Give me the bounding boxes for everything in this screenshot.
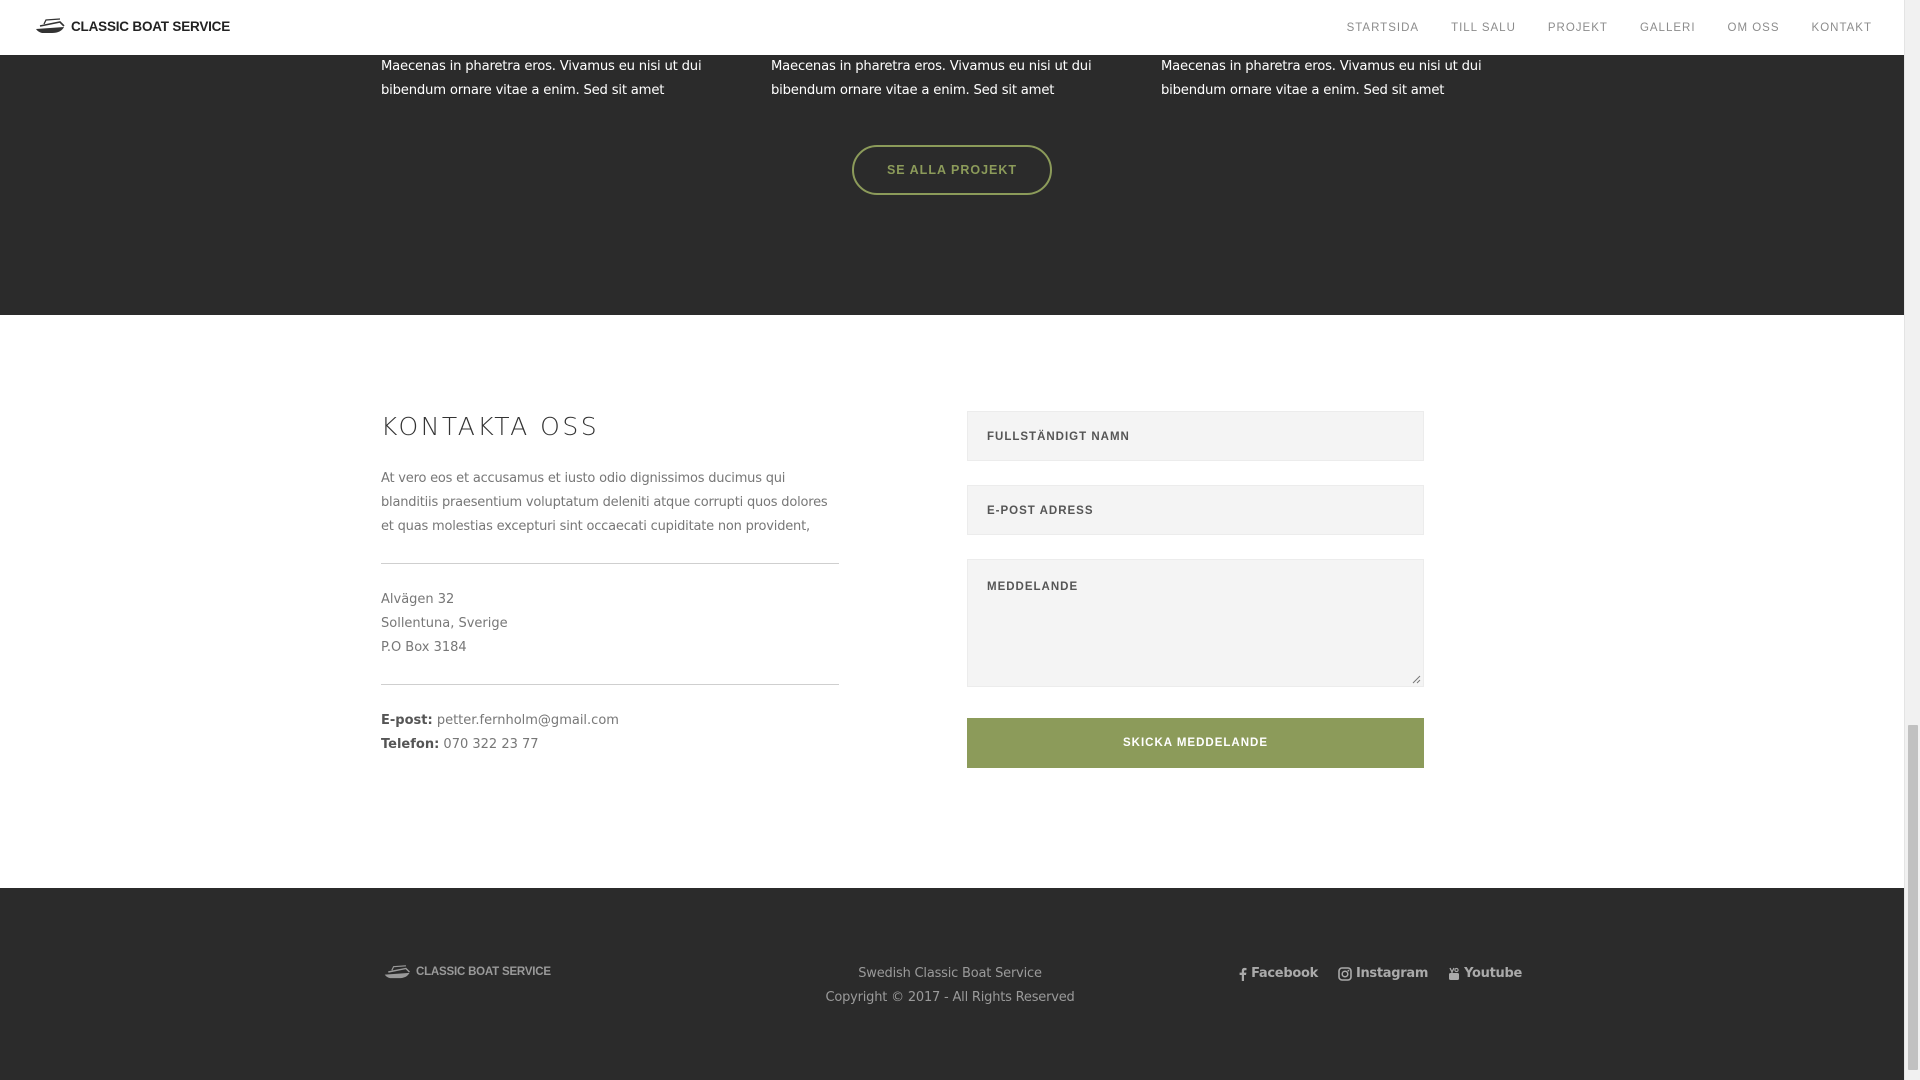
resize-handle-icon[interactable] (1412, 675, 1421, 684)
nav-galleri[interactable]: GALLERI (1640, 22, 1696, 34)
site-header: CLASSIC BOAT SERVICE STARTSIDA TILL SALU… (0, 0, 1904, 55)
footer-company-name: Swedish Classic Boat Service (858, 966, 1042, 981)
nav-kontakt[interactable]: KONTAKT (1812, 22, 1872, 34)
facebook-label: Facebook (1251, 966, 1318, 981)
divider (381, 563, 839, 564)
project-description: Maecenas in pharetra eros. Vivamus eu ni… (771, 59, 1092, 98)
footer-copyright: Swedish Classic Boat Service Copyright ©… (780, 962, 1120, 1010)
contact-title: KONTAKTA OSS (381, 412, 600, 441)
email-field[interactable]: E-POST ADRESS (967, 485, 1424, 535)
divider (381, 684, 839, 685)
phone-line: Telefon: 070 322 23 77 (381, 733, 619, 757)
name-field[interactable]: FULLSTÄNDIGT NAMN (967, 411, 1424, 461)
nav-om-oss[interactable]: OM OSS (1728, 22, 1780, 34)
email-label: E-post: (381, 713, 433, 728)
footer-logo[interactable]: CLASSIC BOAT SERVICE (383, 964, 551, 980)
main-nav: STARTSIDA TILL SALU PROJEKT GALLERI OM O… (1347, 0, 1872, 55)
instagram-icon (1338, 967, 1352, 981)
youtube-link[interactable]: Youtube (1448, 962, 1522, 986)
site-footer: CLASSIC BOAT SERVICE Swedish Classic Boa… (0, 888, 1904, 1080)
email-line: E-post: petter.fernholm@gmail.com (381, 709, 619, 733)
address-city: Sollentuna, Sverige (381, 616, 508, 631)
youtube-label: Youtube (1464, 966, 1522, 981)
social-links: Facebook Instagram Youtube (1239, 962, 1522, 986)
see-all-projects-button[interactable]: SE ALLA PROJEKT (852, 145, 1052, 195)
footer-logo-text: CLASSIC BOAT SERVICE (416, 966, 551, 978)
boat-logo-icon (384, 965, 410, 979)
message-field[interactable]: MEDDELANDE (967, 559, 1424, 687)
contact-description: At vero eos et accusamus et iusto odio d… (381, 471, 828, 534)
email-value[interactable]: petter.fernholm@gmail.com (437, 713, 619, 728)
phone-label: Telefon: (381, 737, 440, 752)
projects-section: Maecenas in pharetra eros. Vivamus eu ni… (0, 55, 1904, 315)
project-description: Maecenas in pharetra eros. Vivamus eu ni… (1161, 59, 1482, 98)
nav-projekt[interactable]: PROJEKT (1548, 22, 1608, 34)
scrollbar-thumb[interactable] (1908, 725, 1918, 1070)
facebook-icon (1239, 967, 1247, 981)
nav-till-salu[interactable]: TILL SALU (1451, 22, 1516, 34)
address-pobox: P.O Box 3184 (381, 640, 467, 655)
phone-value[interactable]: 070 322 23 77 (443, 737, 538, 752)
facebook-link[interactable]: Facebook (1239, 962, 1318, 986)
address-street: Alvägen 32 (381, 592, 455, 607)
address-block: Alvägen 32 Sollentuna, Sverige P.O Box 3… (381, 588, 508, 660)
youtube-icon (1449, 967, 1460, 980)
project-description: Maecenas in pharetra eros. Vivamus eu ni… (381, 59, 702, 98)
message-placeholder: MEDDELANDE (987, 581, 1079, 593)
site-logo[interactable]: CLASSIC BOAT SERVICE (34, 17, 230, 35)
instagram-label: Instagram (1355, 966, 1429, 981)
boat-logo-icon (36, 18, 65, 33)
contact-details: E-post: petter.fernholm@gmail.com Telefo… (381, 709, 619, 757)
footer-copyright-text: Copyright © 2017 - All Rights Reserved (825, 990, 1075, 1005)
nav-startsida[interactable]: STARTSIDA (1347, 22, 1419, 34)
logo-text: CLASSIC BOAT SERVICE (71, 18, 231, 34)
page-scrollbar[interactable] (1904, 0, 1920, 1080)
send-message-button[interactable]: SKICKA MEDDELANDE (967, 718, 1424, 768)
instagram-link[interactable]: Instagram (1338, 962, 1428, 986)
